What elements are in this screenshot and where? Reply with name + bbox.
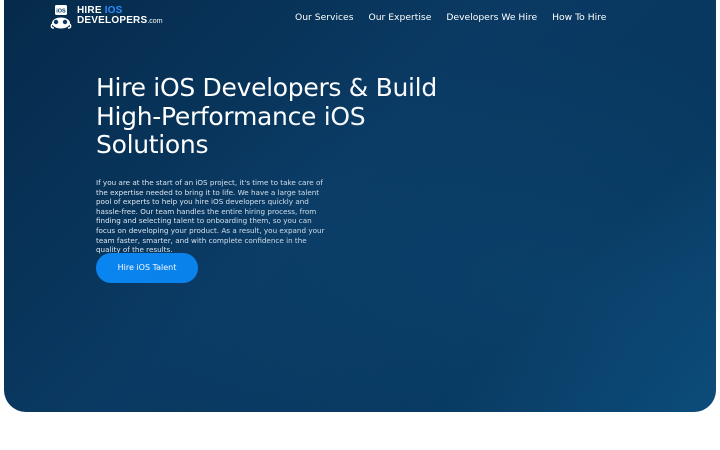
logo-tld: .com — [147, 18, 163, 25]
nav-item-our-expertise[interactable]: Our Expertise — [369, 11, 432, 25]
nav-item-developers-we-hire[interactable]: Developers We Hire — [446, 11, 537, 25]
nav-item-our-services[interactable]: Our Services — [295, 11, 354, 25]
hero-description: If you are at the start of an iOS projec… — [96, 178, 325, 255]
logo-word-developers: DEVELOPERS — [77, 15, 148, 26]
hire-ios-talent-button[interactable]: Hire iOS Talent — [96, 253, 198, 283]
logo-line-2: DEVELOPERS.com — [77, 16, 163, 27]
site-logo[interactable]: iOS HIRE IOS DEVELOPERS.com — [50, 4, 165, 30]
hero-title: Hire iOS Developers & Build High-Perform… — [96, 73, 437, 159]
main-nav: Our Services Our Expertise Developers We… — [295, 11, 621, 25]
page: iOS HIRE IOS DEVELOPERS.com Our Services… — [0, 0, 720, 450]
logo-wordmark: HIRE IOS DEVELOPERS.com — [77, 6, 163, 27]
hero-section: iOS HIRE IOS DEVELOPERS.com Our Services… — [4, 0, 716, 412]
developer-mascot-icon: iOS — [50, 5, 72, 29]
nav-item-how-to-hire[interactable]: How To Hire — [552, 11, 606, 25]
logo-badge-text: iOS — [56, 9, 66, 15]
